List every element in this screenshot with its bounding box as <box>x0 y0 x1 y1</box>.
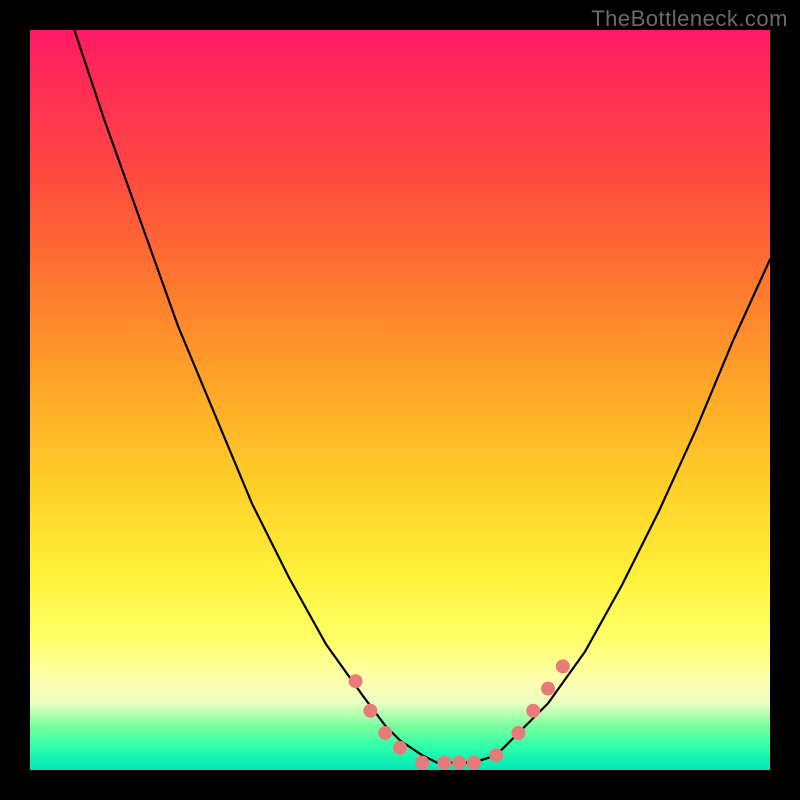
curve-marker <box>541 682 555 696</box>
curve-marker <box>452 756 466 770</box>
curve-marker <box>349 674 363 688</box>
curve-marker <box>467 756 481 770</box>
chart-plot-area <box>30 30 770 770</box>
curve-marker <box>556 659 570 673</box>
bottleneck-curve <box>74 30 770 763</box>
curve-markers <box>349 659 570 769</box>
curve-marker <box>415 756 429 770</box>
curve-marker <box>437 756 451 770</box>
watermark-text: TheBottleneck.com <box>591 6 788 32</box>
curve-marker <box>363 704 377 718</box>
curve-marker <box>511 726 525 740</box>
chart-frame: TheBottleneck.com <box>0 0 800 800</box>
chart-svg-layer <box>30 30 770 770</box>
curve-marker <box>526 704 540 718</box>
curve-marker <box>378 726 392 740</box>
curve-marker <box>489 748 503 762</box>
curve-marker <box>393 741 407 755</box>
